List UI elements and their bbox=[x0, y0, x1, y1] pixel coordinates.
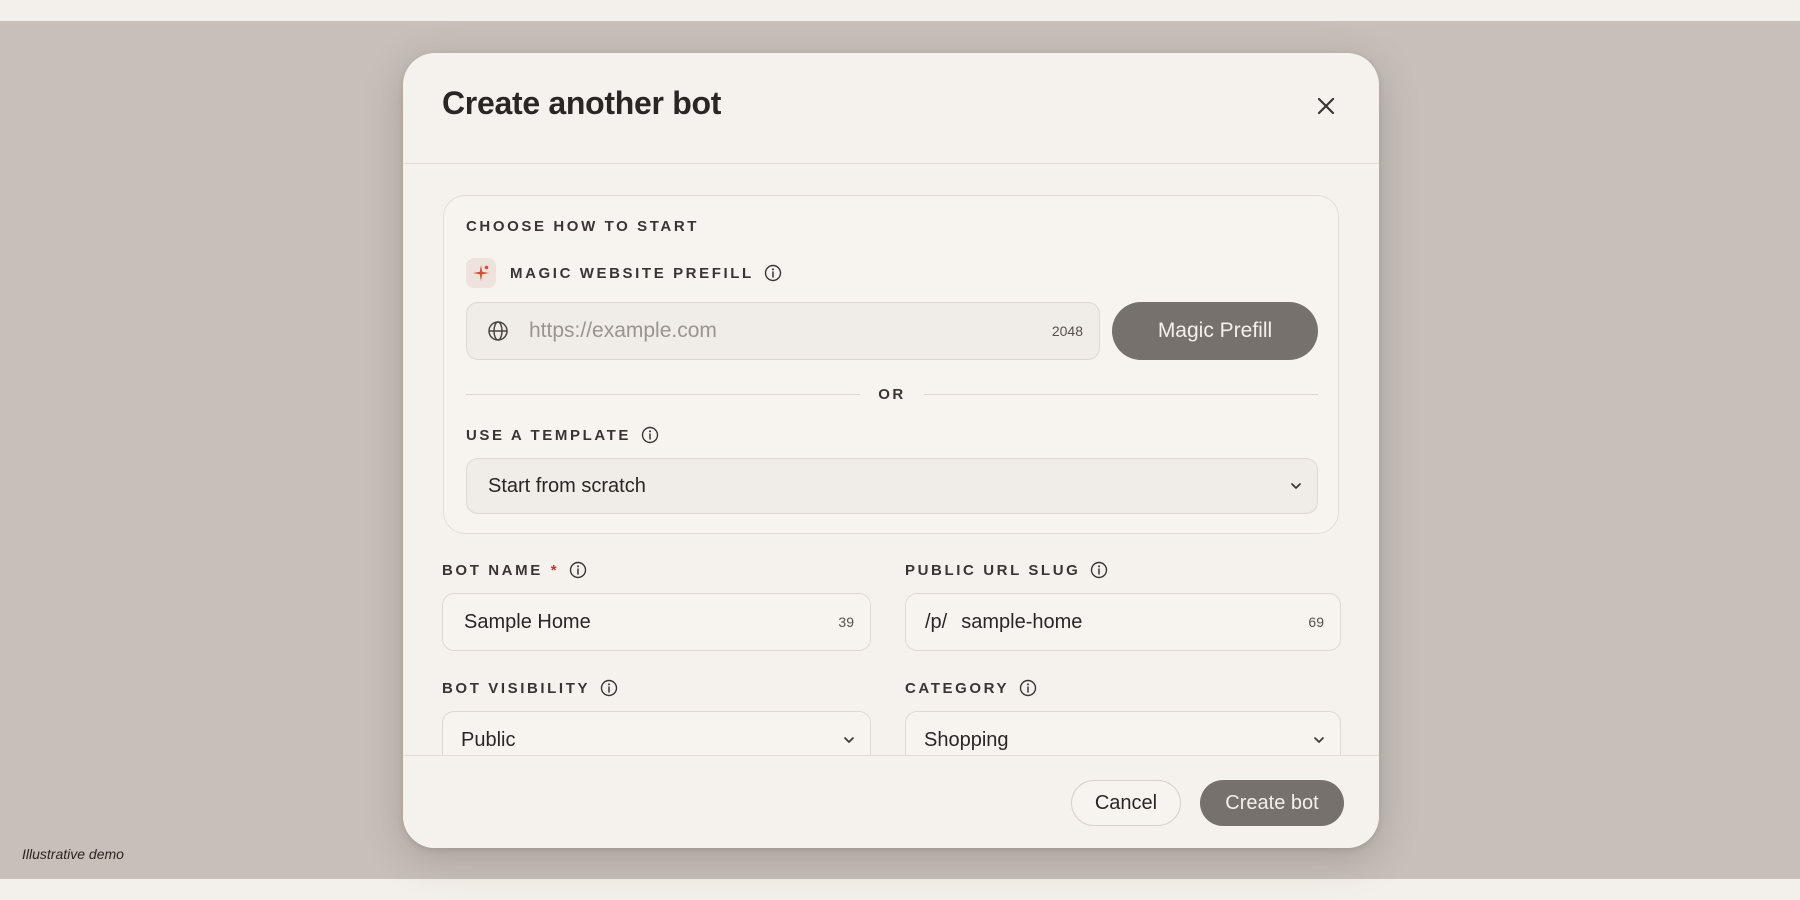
magic-prefill-header: MAGIC WEBSITE PREFILL bbox=[466, 258, 782, 288]
info-icon[interactable] bbox=[1090, 561, 1108, 579]
cancel-button[interactable]: Cancel bbox=[1071, 780, 1181, 826]
choose-start-card: CHOOSE HOW TO START MAGIC WEBSITE PREFIL… bbox=[443, 195, 1339, 534]
required-marker: * bbox=[550, 561, 560, 579]
visibility-label: BOT VISIBILITY bbox=[442, 679, 591, 697]
visibility-selected-value: Public bbox=[461, 728, 516, 751]
slug-input[interactable] bbox=[959, 609, 1309, 635]
info-icon[interactable] bbox=[600, 679, 618, 697]
template-label-row: USE A TEMPLATE bbox=[466, 426, 659, 444]
create-bot-button[interactable]: Create bot bbox=[1200, 780, 1344, 826]
info-icon[interactable] bbox=[569, 561, 587, 579]
close-button[interactable] bbox=[1311, 91, 1341, 121]
info-icon[interactable] bbox=[1019, 679, 1037, 697]
template-select[interactable]: Start from scratch bbox=[466, 458, 1318, 514]
bot-name-label-row: BOT NAME * bbox=[442, 561, 587, 579]
sparkle-icon bbox=[466, 258, 496, 288]
visibility-label-row: BOT VISIBILITY bbox=[442, 679, 618, 697]
category-label-row: CATEGORY bbox=[905, 679, 1037, 697]
bot-name-input[interactable] bbox=[462, 609, 839, 635]
magic-prefill-button[interactable]: Magic Prefill bbox=[1112, 302, 1318, 360]
close-icon bbox=[1317, 97, 1335, 115]
slug-prefix: /p/ bbox=[925, 610, 948, 633]
or-divider: OR bbox=[466, 384, 1318, 404]
demo-note: Illustrative demo bbox=[22, 846, 124, 862]
chevron-down-icon bbox=[1291, 483, 1301, 489]
dialog-header: Create another bot bbox=[403, 53, 1379, 164]
chevron-down-icon bbox=[844, 737, 854, 743]
category-label: CATEGORY bbox=[905, 679, 1010, 697]
url-char-counter: 2048 bbox=[1051, 323, 1083, 339]
magic-prefill-label: MAGIC WEBSITE PREFILL bbox=[510, 264, 754, 282]
create-bot-dialog: Create another bot CHOOSE HOW TO START M… bbox=[403, 53, 1379, 848]
info-icon[interactable] bbox=[764, 264, 782, 282]
slug-label-row: PUBLIC URL SLUG bbox=[905, 561, 1108, 579]
info-icon[interactable] bbox=[641, 426, 659, 444]
bot-name-field[interactable]: 39 bbox=[442, 593, 871, 651]
slug-field[interactable]: /p/ 69 bbox=[905, 593, 1341, 651]
dialog-footer: Cancel Create bot bbox=[403, 755, 1379, 848]
divider-line bbox=[923, 393, 1318, 395]
or-label: OR bbox=[878, 385, 906, 403]
divider-line bbox=[466, 393, 861, 395]
dialog-title: Create another bot bbox=[442, 85, 722, 121]
website-url-field[interactable]: 2048 bbox=[466, 302, 1100, 360]
template-selected-value: Start from scratch bbox=[488, 474, 646, 497]
slug-label: PUBLIC URL SLUG bbox=[905, 561, 1081, 579]
slug-char-counter: 69 bbox=[1308, 614, 1324, 630]
bot-name-label: BOT NAME bbox=[442, 561, 543, 579]
website-url-input[interactable] bbox=[527, 318, 1001, 344]
category-selected-value: Shopping bbox=[924, 728, 1009, 751]
globe-icon bbox=[487, 320, 509, 342]
choose-start-label: CHOOSE HOW TO START bbox=[466, 218, 700, 235]
bot-name-char-counter: 39 bbox=[838, 614, 854, 630]
chevron-down-icon bbox=[1314, 737, 1324, 743]
template-label: USE A TEMPLATE bbox=[466, 426, 632, 444]
